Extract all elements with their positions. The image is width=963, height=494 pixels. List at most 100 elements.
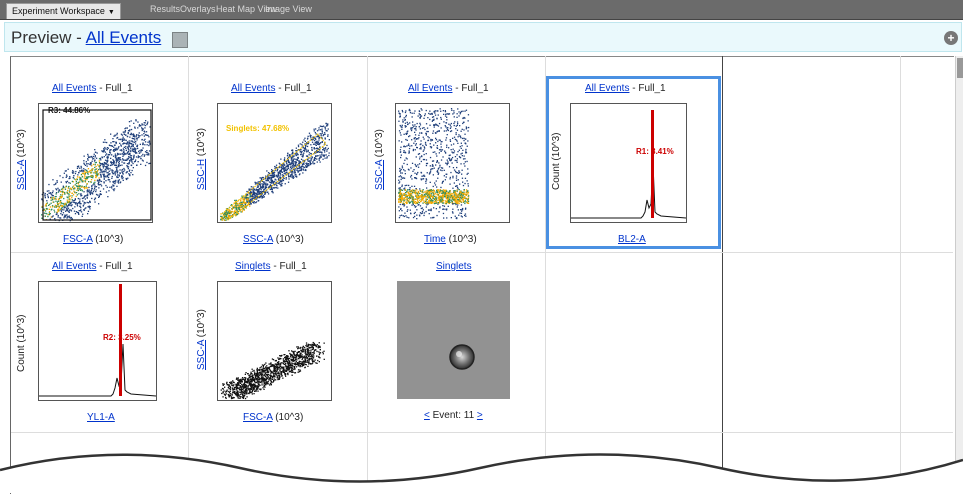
data-point xyxy=(325,130,327,132)
data-point xyxy=(306,155,308,157)
data-point xyxy=(91,187,93,190)
preview-link[interactable]: All Events xyxy=(86,28,162,47)
data-point xyxy=(299,151,301,153)
data-point xyxy=(101,150,103,152)
data-point xyxy=(67,215,69,218)
tab-results[interactable]: Results xyxy=(150,2,180,17)
data-point xyxy=(246,194,248,196)
data-point xyxy=(282,377,284,379)
data-point xyxy=(146,123,148,126)
data-point xyxy=(433,126,435,128)
vertical-scrollbar[interactable] xyxy=(955,56,963,493)
data-point xyxy=(415,129,417,131)
data-point xyxy=(126,178,128,181)
data-point xyxy=(69,195,71,197)
data-point xyxy=(425,134,427,136)
data-point xyxy=(433,144,435,146)
data-point xyxy=(468,195,470,197)
data-point xyxy=(429,195,431,197)
data-point xyxy=(235,215,237,217)
data-point xyxy=(80,179,83,181)
scatter-plot[interactable] xyxy=(217,103,332,223)
data-point xyxy=(124,169,126,171)
data-point xyxy=(302,155,304,157)
data-point xyxy=(135,159,137,161)
data-point xyxy=(403,177,406,179)
data-point xyxy=(400,214,403,216)
data-point xyxy=(122,179,124,181)
data-point xyxy=(238,204,241,206)
data-point xyxy=(114,171,116,173)
data-point xyxy=(61,190,63,193)
swatch-icon[interactable] xyxy=(172,32,188,48)
data-point xyxy=(458,149,460,151)
data-point xyxy=(456,161,458,163)
data-point xyxy=(293,172,295,174)
data-point xyxy=(95,165,97,168)
data-point xyxy=(405,138,407,141)
data-point xyxy=(276,365,278,367)
data-point xyxy=(252,197,254,199)
data-point xyxy=(94,201,96,203)
data-point xyxy=(127,147,129,149)
scatter-plot[interactable] xyxy=(395,103,510,223)
data-point xyxy=(232,380,234,382)
data-point xyxy=(271,169,273,171)
data-point xyxy=(250,203,252,205)
data-point xyxy=(441,182,443,184)
histogram-plot[interactable] xyxy=(570,103,687,223)
scatter-plot[interactable] xyxy=(38,103,153,223)
data-point xyxy=(304,356,306,358)
data-point xyxy=(97,170,99,172)
data-point xyxy=(142,153,144,156)
data-point xyxy=(111,185,113,188)
data-point xyxy=(459,135,461,137)
tab-image-view[interactable]: Image View xyxy=(265,2,312,17)
data-point xyxy=(455,179,458,181)
plot-title: Singlets - Full_1 xyxy=(235,261,307,272)
data-point xyxy=(460,191,462,194)
tab-experiment-workspace[interactable]: Experiment Workspace ▼ xyxy=(6,3,121,19)
data-point xyxy=(424,175,426,177)
data-point xyxy=(86,201,88,204)
data-point xyxy=(295,175,298,177)
data-point xyxy=(452,152,454,154)
data-point xyxy=(418,201,420,204)
data-point xyxy=(56,201,59,203)
data-point xyxy=(419,132,421,134)
grid-divider xyxy=(11,252,953,253)
data-point xyxy=(435,200,437,203)
plus-icon[interactable]: + xyxy=(944,31,958,45)
data-point xyxy=(105,163,107,165)
data-point xyxy=(57,216,59,218)
data-point xyxy=(439,199,441,201)
data-point xyxy=(407,189,409,191)
data-point xyxy=(405,110,407,112)
data-point xyxy=(92,163,95,166)
data-point xyxy=(54,211,56,213)
data-point xyxy=(237,395,239,398)
data-point xyxy=(427,136,429,138)
data-point xyxy=(465,152,467,154)
data-point xyxy=(123,167,125,170)
data-point xyxy=(279,172,281,175)
data-point xyxy=(221,215,223,218)
data-point xyxy=(443,175,445,177)
data-point xyxy=(314,157,317,159)
gate-marker[interactable] xyxy=(651,110,654,218)
tab-overlays[interactable]: Overlays xyxy=(180,2,216,17)
data-point xyxy=(144,164,147,167)
plot-title-link[interactable]: All Events xyxy=(52,83,96,94)
caret-down-icon[interactable]: ▼ xyxy=(108,9,115,16)
data-point xyxy=(456,154,458,156)
scrollbar-thumb[interactable] xyxy=(957,58,963,78)
scatter-plot[interactable] xyxy=(217,281,332,401)
data-point xyxy=(401,189,404,191)
data-point xyxy=(105,166,107,168)
data-point xyxy=(289,169,291,171)
data-point xyxy=(229,209,231,211)
data-point xyxy=(456,166,458,169)
data-point xyxy=(438,122,441,125)
data-point xyxy=(127,132,129,134)
data-point xyxy=(435,123,437,125)
